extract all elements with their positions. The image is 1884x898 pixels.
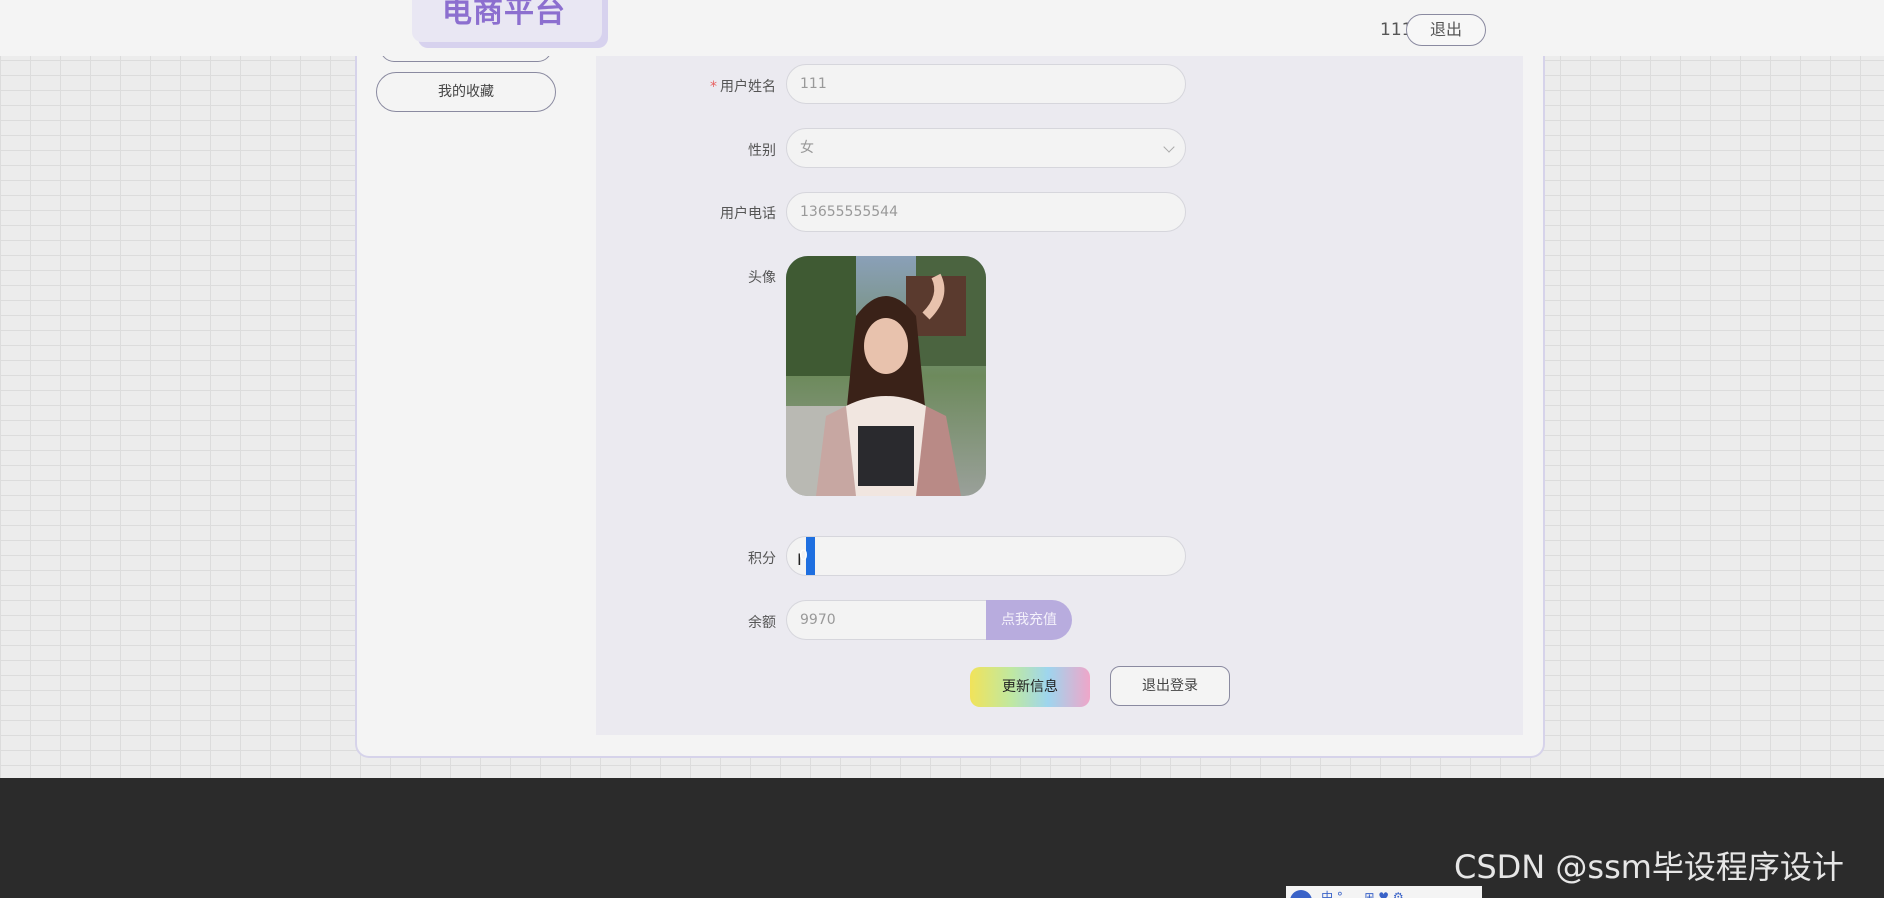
username-label: * 用户姓名 — [626, 76, 776, 96]
balance-label: 余额 — [748, 615, 776, 631]
balance-input[interactable]: 9970 — [786, 600, 986, 640]
sidebar-item-favorites[interactable]: 我的收藏 — [376, 72, 556, 112]
gender-label: 性别 — [748, 143, 776, 159]
ime-toolbar[interactable]: 五 中 °, ⌄ ⊞ ♥ ⚙ — [1286, 886, 1482, 898]
logo-text: 电商平台 — [442, 0, 566, 30]
avatar-image[interactable] — [786, 256, 986, 496]
chevron-down-icon — [1163, 141, 1175, 153]
gender-selected-value: 女 — [800, 140, 814, 156]
ime-toolbar-icons[interactable]: 中 °, ⌄ ⊞ ♥ ⚙ — [1321, 890, 1404, 898]
points-input[interactable]: 0 — [786, 536, 1186, 576]
ime-logo-icon[interactable]: 五 — [1290, 890, 1312, 898]
required-mark: * — [710, 79, 717, 95]
phone-label: 用户电话 — [720, 206, 776, 222]
site-logo[interactable]: 电商平台 — [412, 0, 602, 42]
avatar-label: 头像 — [748, 270, 776, 286]
points-value: 0 — [799, 548, 808, 564]
top-header: 电商平台 111 退出 — [0, 0, 1884, 56]
gender-select[interactable]: 女 — [786, 128, 1186, 168]
username-input[interactable]: 111 — [786, 64, 1186, 104]
recharge-button[interactable]: 点我充值 — [986, 600, 1072, 640]
phone-input[interactable]: 13655555544 — [786, 192, 1186, 232]
header-logout-button[interactable]: 退出 — [1406, 14, 1486, 46]
csdn-watermark: CSDN @ssm毕设程序设计 — [1454, 848, 1844, 886]
update-info-button[interactable]: 更新信息 — [970, 667, 1090, 707]
username-label-text: 用户姓名 — [720, 79, 776, 95]
points-label: 积分 — [748, 551, 776, 567]
logout-button[interactable]: 退出登录 — [1110, 666, 1230, 706]
